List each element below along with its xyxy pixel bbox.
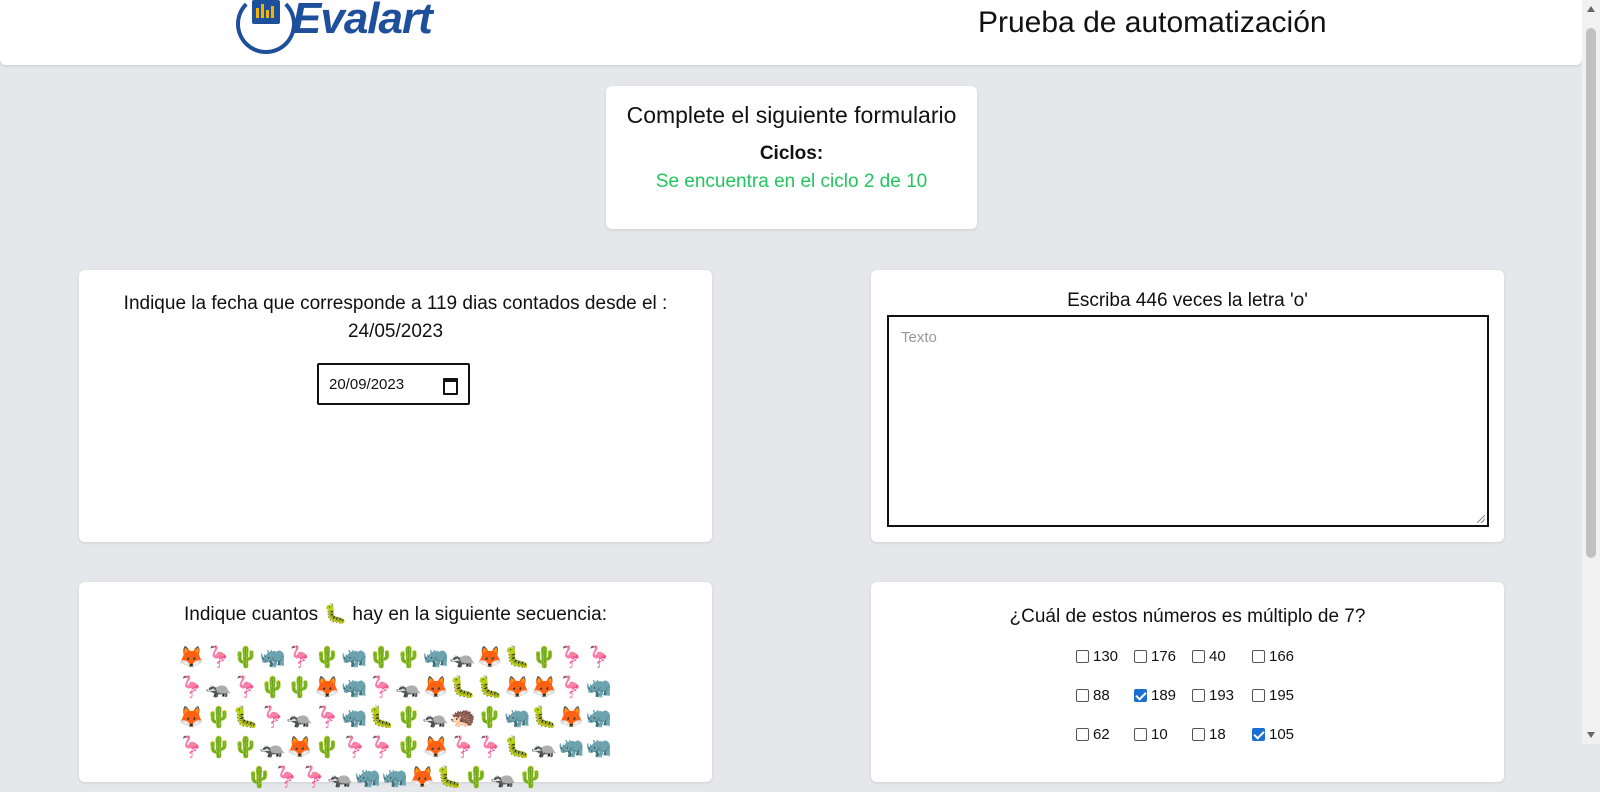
sequence-question-suffix: hay en la siguiente secuencia: <box>347 604 607 625</box>
option-label: 189 <box>1151 687 1177 704</box>
option-18[interactable]: 18 <box>1192 726 1252 743</box>
emoji-sequence: 🦊🦩🌵🦏🦩🌵🦏🌵🌵🦏🦡🦊🐛🌵🦩🦩🦩🦡🦩🌵🌵🦊🦏🦩🦡🦊🐛🐛🦊🦊🦩🦏🦊🌵🐛🦩🦡🦩🦏🐛… <box>178 645 613 789</box>
option-label: 176 <box>1151 648 1177 665</box>
scroll-up-icon[interactable] <box>1587 6 1595 12</box>
option-105[interactable]: 105 <box>1252 726 1312 743</box>
page-title: Prueba de automatización <box>978 6 1327 39</box>
scroll-thumb[interactable] <box>1586 28 1596 558</box>
options-grid: 130 176 40 166 88 189 193 195 62 10 18 105 <box>1076 648 1312 743</box>
text-question-card: Escriba 446 veces la letra 'o' Texto <box>871 270 1504 542</box>
option-label: 40 <box>1209 648 1226 665</box>
option-checkbox[interactable] <box>1076 650 1089 663</box>
option-checkbox[interactable] <box>1252 689 1265 702</box>
option-label: 10 <box>1151 726 1168 743</box>
logo-bars-icon <box>256 4 274 18</box>
option-label: 195 <box>1269 687 1295 704</box>
option-label: 105 <box>1269 726 1295 743</box>
cycles-label: Ciclos: <box>759 143 824 164</box>
option-checkbox[interactable] <box>1192 689 1205 702</box>
option-62[interactable]: 62 <box>1076 726 1134 743</box>
date-input-value: 20/09/2023 <box>329 375 405 393</box>
sequence-question-prefix: Indique cuantos <box>184 604 324 625</box>
caterpillar-icon: 🐛 <box>323 604 348 625</box>
option-88[interactable]: 88 <box>1076 687 1134 704</box>
date-input[interactable]: 20/09/2023 <box>317 363 470 405</box>
option-checkbox[interactable] <box>1192 650 1205 663</box>
form-title: Complete el siguiente formulario <box>626 102 957 128</box>
option-checkbox[interactable] <box>1076 728 1089 741</box>
sequence-question-card: Indique cuantos 🐛 hay en la siguiente se… <box>79 582 712 789</box>
option-193[interactable]: 193 <box>1192 687 1252 704</box>
calendar-icon[interactable] <box>443 378 458 395</box>
option-40[interactable]: 40 <box>1192 648 1252 665</box>
multiple-question-text: ¿Cuál de estos números es múltiplo de 7? <box>1009 606 1366 627</box>
evalart-logo: Evalart <box>236 0 486 60</box>
option-label: 62 <box>1093 726 1110 743</box>
date-question-text: Indique la fecha que corresponde a 119 d… <box>123 293 668 342</box>
option-checkbox[interactable] <box>1252 650 1265 663</box>
option-checkbox[interactable] <box>1192 728 1205 741</box>
option-130[interactable]: 130 <box>1076 648 1134 665</box>
logo-text: Evalart <box>292 0 433 43</box>
textarea-placeholder: Texto <box>901 329 937 346</box>
cycles-status: Se encuentra en el ciclo 2 de 10 <box>655 171 928 192</box>
scroll-down-icon[interactable] <box>1587 732 1595 738</box>
sequence-question-text: Indique cuantos 🐛 hay en la siguiente se… <box>79 602 712 626</box>
option-label: 88 <box>1093 687 1110 704</box>
option-checkbox[interactable] <box>1252 728 1265 741</box>
option-166[interactable]: 166 <box>1252 648 1312 665</box>
option-label: 18 <box>1209 726 1226 743</box>
option-189[interactable]: 189 <box>1134 687 1192 704</box>
option-10[interactable]: 10 <box>1134 726 1192 743</box>
option-176[interactable]: 176 <box>1134 648 1192 665</box>
resize-grip-icon[interactable] <box>1477 515 1485 523</box>
app-header: Evalart Prueba de automatización <box>0 0 1582 65</box>
option-checkbox[interactable] <box>1134 650 1147 663</box>
option-label: 166 <box>1269 648 1295 665</box>
multiple-question-card: ¿Cuál de estos números es múltiplo de 7?… <box>871 582 1504 782</box>
option-checkbox[interactable] <box>1076 689 1089 702</box>
option-label: 193 <box>1209 687 1235 704</box>
option-195[interactable]: 195 <box>1252 687 1312 704</box>
option-checkbox[interactable] <box>1134 728 1147 741</box>
text-answer-textarea[interactable]: Texto <box>887 315 1489 527</box>
status-card: Complete el siguiente formulario Ciclos:… <box>606 86 977 229</box>
page-scrollbar[interactable] <box>1582 0 1600 744</box>
text-question-text: Escriba 446 veces la letra 'o' <box>1067 290 1308 311</box>
date-question-card: Indique la fecha que corresponde a 119 d… <box>79 270 712 542</box>
option-checkbox[interactable] <box>1134 689 1147 702</box>
option-label: 130 <box>1093 648 1119 665</box>
